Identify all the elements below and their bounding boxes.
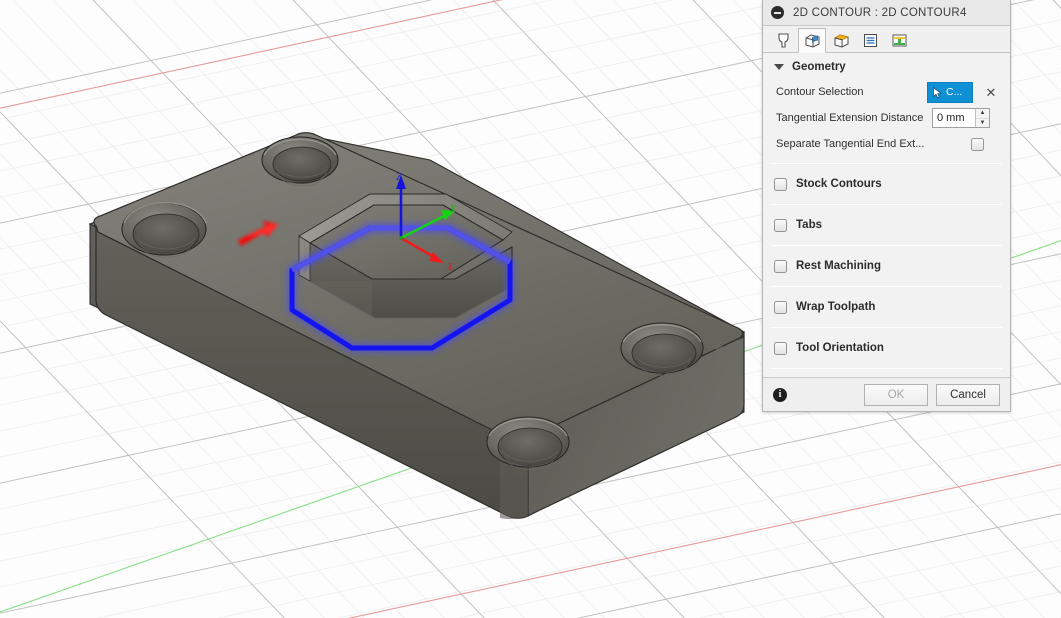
passes-tab[interactable]: [856, 27, 884, 52]
contour-selection-button[interactable]: C...: [927, 81, 973, 103]
svg-text:Z: Z: [396, 172, 402, 183]
passes-layers-icon: [863, 33, 877, 47]
stepper-down-icon[interactable]: ▼: [976, 119, 989, 128]
info-icon[interactable]: i: [773, 387, 787, 402]
section-divider: [771, 368, 1002, 369]
collapse-minus-icon[interactable]: [771, 6, 784, 19]
wrap-toolpath-label: Wrap Toolpath: [796, 301, 876, 313]
tabs-checkbox[interactable]: [774, 218, 787, 232]
blue-cube-icon: [805, 34, 819, 48]
panel-footer: i OK Cancel: [763, 377, 1010, 411]
stock-contours-section[interactable]: Stock Contours: [763, 164, 1010, 204]
tangential-extension-field-wrap[interactable]: ▲ ▼: [932, 108, 990, 128]
wrap-toolpath-section[interactable]: Wrap Toolpath: [763, 287, 1010, 327]
operation-dialog-panel[interactable]: 2D CONTOUR : 2D CONTOUR4 Geometry Contou…: [762, 0, 1011, 412]
panel-body: Geometry Contour Selection C... ✕ Tangen…: [763, 53, 1010, 377]
clear-selection-icon[interactable]: ✕: [982, 86, 1000, 99]
contour-selection-row: Contour Selection C... ✕: [763, 79, 1010, 105]
cam-application-window: Z Y X 2D CONTOUR : 2D CONTOUR4 Geometry …: [0, 0, 1061, 618]
stock-contours-label: Stock Contours: [796, 178, 882, 190]
linking-tab[interactable]: [885, 27, 913, 52]
ok-button[interactable]: OK: [864, 383, 928, 406]
rest-machining-label: Rest Machining: [796, 260, 881, 272]
svg-text:X: X: [446, 262, 454, 273]
tangential-extension-input[interactable]: [933, 109, 975, 127]
tangential-extension-label: Tangential Extension Distance: [776, 112, 924, 124]
wrap-toolpath-checkbox[interactable]: [774, 300, 787, 314]
tangential-extension-stepper[interactable]: ▲ ▼: [975, 109, 989, 127]
operation-tab-strip[interactable]: [763, 26, 1010, 53]
heights-tab[interactable]: [827, 27, 855, 52]
tabs-section[interactable]: Tabs: [763, 205, 1010, 245]
yellow-top-cube-icon: [833, 33, 849, 48]
separate-tangential-row: Separate Tangential End Ext...: [763, 131, 1010, 157]
rest-machining-checkbox[interactable]: [774, 259, 787, 273]
panel-title-bar[interactable]: 2D CONTOUR : 2D CONTOUR4: [763, 0, 1010, 26]
endmill-tool-icon: [777, 32, 789, 48]
tool-orientation-section[interactable]: Tool Orientation: [763, 328, 1010, 368]
chevron-down-icon: [774, 64, 784, 70]
separate-tangential-label: Separate Tangential End Ext...: [776, 138, 925, 150]
geometry-tab[interactable]: [798, 28, 826, 53]
stock-contours-checkbox[interactable]: [774, 177, 787, 191]
contour-selection-label: Contour Selection: [776, 86, 864, 98]
panel-title-text: 2D CONTOUR : 2D CONTOUR4: [793, 6, 967, 19]
tool-tab[interactable]: [769, 27, 797, 52]
tool-orientation-checkbox[interactable]: [774, 341, 787, 355]
linking-ramp-icon: [892, 34, 906, 46]
rest-machining-section[interactable]: Rest Machining: [763, 246, 1010, 286]
tool-orientation-label: Tool Orientation: [796, 342, 884, 354]
contour-selection-button-label: C...: [946, 86, 963, 98]
tabs-label: Tabs: [796, 219, 822, 231]
cursor-arrow-icon: [933, 86, 942, 98]
tangential-extension-row: Tangential Extension Distance ▲ ▼: [763, 105, 1010, 131]
separate-tangential-checkbox[interactable]: [971, 137, 984, 151]
geometry-section-label: Geometry: [792, 61, 846, 73]
stepper-up-icon[interactable]: ▲: [976, 109, 989, 119]
cancel-button[interactable]: Cancel: [936, 383, 1000, 406]
geometry-section-header[interactable]: Geometry: [763, 53, 1010, 79]
